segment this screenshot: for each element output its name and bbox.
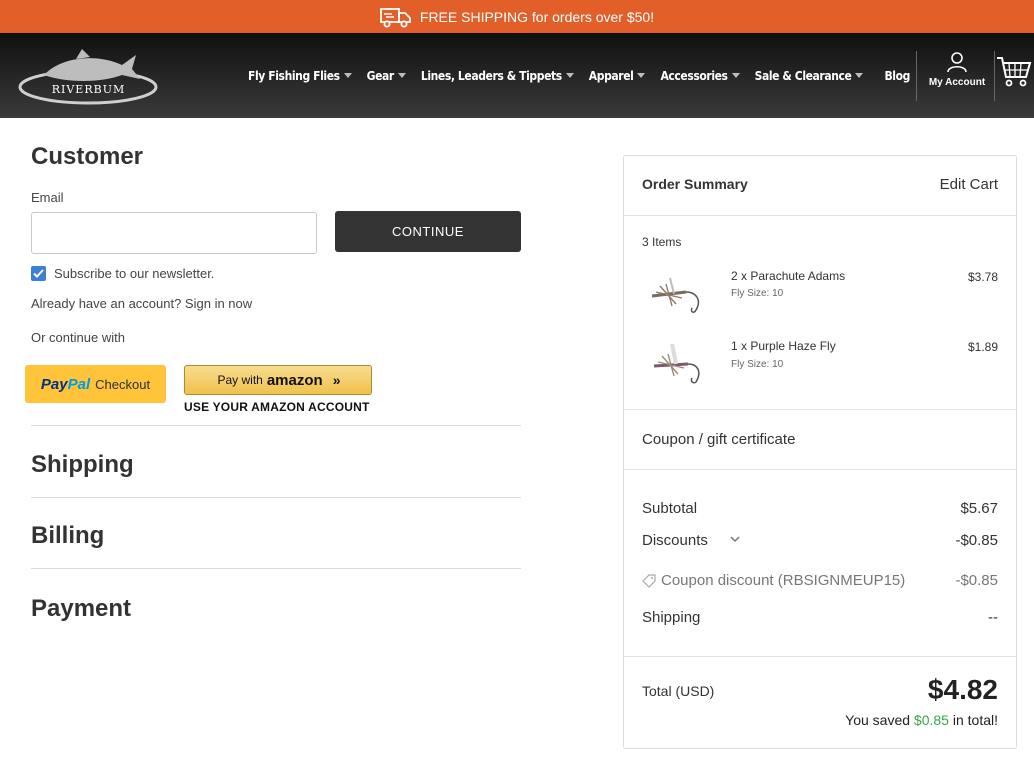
chevron-down-icon	[855, 73, 864, 78]
continue-button[interactable]: CONTINUE	[335, 211, 521, 252]
paypal-checkout-label: Checkout	[95, 376, 151, 392]
order-summary-title: Order Summary	[642, 176, 748, 192]
item-price: $3.78	[967, 270, 998, 284]
nav-item-blog[interactable]: Blog	[884, 69, 910, 83]
riverbum-logo[interactable]: RIVERBUM	[16, 45, 161, 107]
newsletter-checkbox[interactable]	[31, 266, 46, 281]
summary-divider	[624, 215, 1016, 216]
purple-haze-fly-image	[653, 343, 700, 384]
promo-bar: FREE SHIPPING for orders over $50!	[0, 0, 1034, 33]
summary-divider	[624, 656, 1016, 657]
tag-icon	[642, 574, 656, 588]
savings-amount: $0.85	[913, 712, 949, 728]
coupon-gift-certificate-toggle[interactable]: Coupon / gift certificate	[642, 431, 795, 448]
chevron-down-icon[interactable]	[729, 534, 741, 544]
billing-heading: Billing	[31, 522, 105, 549]
shopping-cart-icon	[997, 57, 1032, 87]
total-value: $4.82	[927, 674, 998, 705]
amazon-pay-button[interactable]: Pay with amazon »	[184, 365, 372, 395]
parachute-adams-fly-image	[651, 277, 700, 313]
site-header: RIVERBUM Fly Fishing Flies Gear Lines, L…	[0, 33, 1034, 118]
my-account-link[interactable]: My Account	[918, 51, 996, 88]
order-summary-panel: Order Summary Edit Cart 3 Items 2 x Para…	[623, 155, 1017, 749]
double-chevron-right-icon: »	[332, 372, 341, 388]
section-divider	[31, 568, 521, 569]
total-label: Total (USD)	[642, 683, 715, 699]
summary-divider	[624, 409, 1016, 410]
amazon-pay-prefix: Pay with	[217, 373, 263, 387]
newsletter-label[interactable]: Subscribe to our newsletter.	[54, 266, 214, 281]
paypal-logo-part1: Pay	[40, 375, 68, 393]
email-input[interactable]	[31, 212, 317, 254]
my-account-label: My Account	[928, 77, 986, 88]
item-name: 1 x Purple Haze Fly	[731, 339, 836, 353]
delivery-truck-icon	[379, 7, 411, 27]
header-divider	[994, 51, 995, 101]
cart-button[interactable]	[996, 55, 1032, 94]
chevron-down-icon	[565, 73, 574, 78]
promo-text: FREE SHIPPING for orders over $50!	[419, 8, 655, 25]
item-name: 2 x Parachute Adams	[731, 269, 846, 283]
checkmark-icon	[33, 269, 44, 278]
nav-item-apparel[interactable]: Apparel	[589, 69, 646, 83]
savings-message: You saved $0.85 in total!	[845, 712, 998, 728]
payment-heading: Payment	[31, 595, 132, 622]
chevron-down-icon	[397, 73, 406, 78]
user-icon	[947, 52, 967, 73]
email-label: Email	[31, 190, 64, 205]
nav-item-sale-clearance[interactable]: Sale & Clearance	[755, 69, 864, 83]
customer-heading: Customer	[31, 143, 144, 170]
coupon-discount-value: -$0.85	[955, 572, 998, 589]
chevron-down-icon	[731, 73, 740, 78]
header-divider	[916, 51, 917, 101]
item-option: Fly Size: 10	[731, 359, 784, 370]
shipping-value: --	[988, 609, 998, 626]
section-divider	[31, 425, 521, 426]
discounts-value: -$0.85	[955, 532, 998, 549]
shipping-label: Shipping	[642, 609, 701, 626]
shipping-heading: Shipping	[31, 451, 134, 478]
or-continue-label: Or continue with	[31, 330, 125, 345]
section-divider	[31, 497, 521, 498]
amazon-logo-text: amazon	[266, 371, 323, 389]
chevron-down-icon	[343, 73, 352, 78]
nav-item-gear[interactable]: Gear	[367, 69, 406, 83]
chevron-down-icon	[637, 73, 646, 78]
main-nav: Fly Fishing Flies Gear Lines, Leaders & …	[248, 33, 925, 118]
edit-cart-link[interactable]: Edit Cart	[940, 176, 998, 193]
discounts-label[interactable]: Discounts	[642, 532, 708, 549]
paypal-logo-part2: Pal	[67, 375, 91, 393]
summary-divider	[624, 469, 1016, 470]
logo-text: RIVERBUM	[51, 83, 126, 96]
amazon-account-text: USE YOUR AMAZON ACCOUNT	[184, 400, 370, 414]
item-option: Fly Size: 10	[731, 288, 784, 299]
coupon-discount-label: Coupon discount (RBSIGNMEUP15)	[661, 572, 906, 589]
nav-item-lines-leaders-tippets[interactable]: Lines, Leaders & Tippets	[421, 69, 574, 83]
subtotal-value: $5.67	[960, 500, 998, 517]
paypal-checkout-button[interactable]: Pay Pal Checkout	[25, 365, 166, 403]
items-count: 3 Items	[642, 235, 682, 249]
item-price: $1.89	[967, 340, 998, 354]
signin-link[interactable]: Already have an account? Sign in now	[31, 296, 252, 311]
nav-item-accessories[interactable]: Accessories	[660, 69, 740, 83]
subtotal-label: Subtotal	[642, 500, 698, 517]
nav-item-fly-fishing-flies[interactable]: Fly Fishing Flies	[248, 69, 352, 83]
trout-logo-icon	[18, 49, 158, 105]
